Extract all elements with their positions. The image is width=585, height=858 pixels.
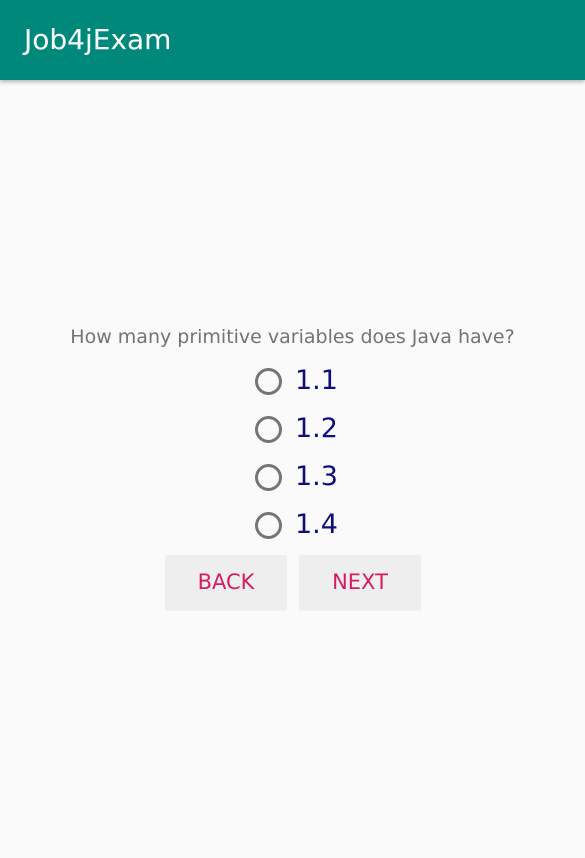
next-button[interactable]: NEXT	[299, 555, 421, 610]
app-title: Job4jExam	[24, 23, 172, 56]
answer-option-label: 1.1	[295, 365, 338, 396]
back-button[interactable]: BACK	[165, 555, 287, 610]
answer-radio-group: 1.1 1.2 1.3 1.4	[255, 357, 338, 549]
app-bar: Job4jExam	[0, 0, 585, 80]
radio-button-icon[interactable]	[255, 415, 282, 443]
answer-option[interactable]: 1.1	[255, 357, 338, 405]
question-text: How many primitive variables does Java h…	[70, 326, 515, 348]
answer-option[interactable]: 1.3	[255, 453, 338, 501]
radio-button-icon[interactable]	[255, 367, 282, 395]
radio-button-icon[interactable]	[255, 463, 282, 491]
answer-option-label: 1.3	[295, 461, 338, 492]
answer-option[interactable]: 1.2	[255, 405, 338, 453]
answer-option[interactable]: 1.4	[255, 501, 338, 549]
radio-button-icon[interactable]	[255, 511, 282, 539]
answer-option-label: 1.4	[295, 509, 338, 540]
answer-option-label: 1.2	[295, 413, 338, 444]
